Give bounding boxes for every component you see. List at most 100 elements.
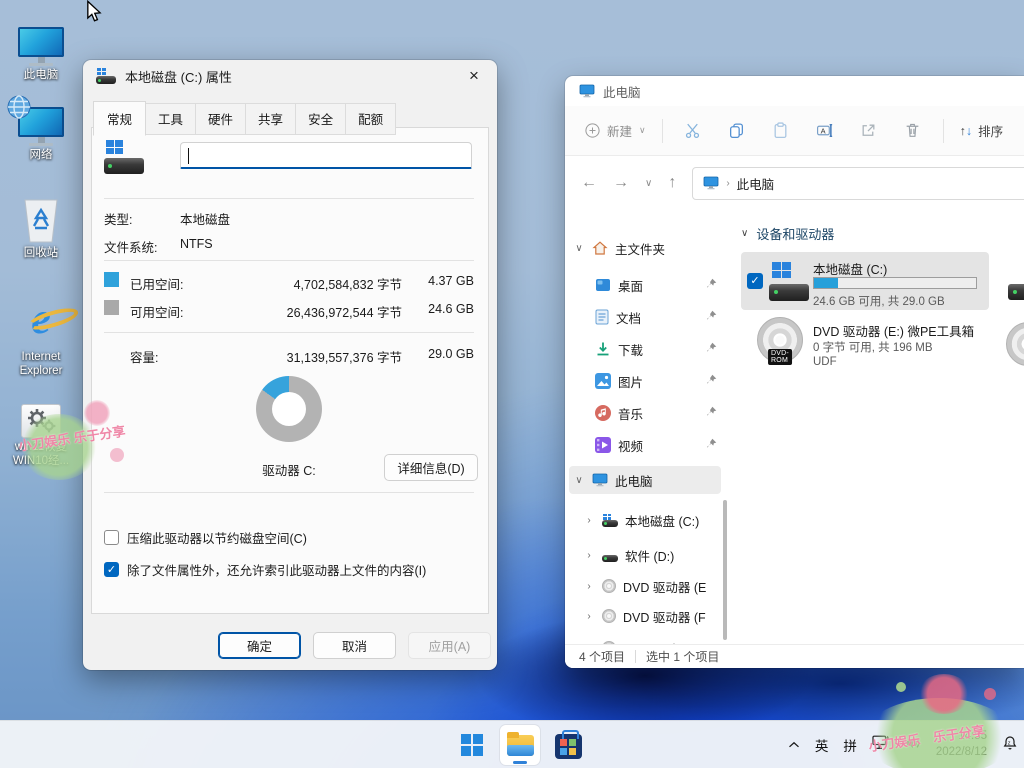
network-icon[interactable]	[872, 735, 890, 755]
address-bar[interactable]: › 此电脑	[692, 167, 1024, 200]
desktop-icon-win11-restore[interactable]: win11恢复 WIN10经...	[8, 392, 74, 469]
group-header[interactable]: ∨ 设备和驱动器	[741, 224, 834, 243]
dvd-icon	[602, 609, 616, 623]
delete-button[interactable]	[891, 116, 935, 146]
tab-sharing[interactable]: 共享	[246, 103, 296, 135]
dvd-icon	[602, 579, 616, 593]
apply-button[interactable]: 应用(A)	[408, 632, 491, 659]
sidebar-item-drive-d[interactable]: › 软件 (D:)	[569, 541, 721, 569]
desktop-folder-icon	[595, 277, 611, 293]
used-gb: 4.37 GB	[404, 274, 474, 288]
tab-hardware[interactable]: 硬件	[196, 103, 246, 135]
rename-button[interactable]: A	[803, 116, 847, 146]
paste-button[interactable]	[759, 116, 803, 146]
drive-c-icon	[602, 514, 618, 527]
tab-general[interactable]: 常规	[93, 101, 146, 136]
index-checkbox-label: 除了文件属性外，还允许索引此驱动器上文件的内容(I)	[127, 560, 426, 579]
desktop-icon-label: 回收站	[8, 247, 74, 261]
ime-language-indicator[interactable]: 英	[815, 735, 829, 755]
cut-button[interactable]	[671, 116, 715, 146]
taskbar: 英 拼 14:55 2022/8/12 z	[0, 720, 1024, 768]
used-bytes: 4,702,584,832 字节	[232, 274, 402, 293]
sidebar-item-dvd-e[interactable]: › DVD 驱动器 (E	[569, 572, 721, 600]
sidebar-item-home[interactable]: ∨ 主文件夹	[569, 234, 721, 262]
ime-method-indicator[interactable]: 拼	[843, 735, 857, 755]
drive-icon-partial	[1008, 262, 1024, 300]
compress-checkbox[interactable]	[104, 530, 119, 545]
separator	[104, 198, 474, 199]
separator	[104, 260, 474, 261]
sidebar-item-drive-c[interactable]: › 本地磁盘 (C:)	[569, 506, 721, 534]
sidebar-item-pictures[interactable]: 图片	[569, 367, 721, 395]
desktop-icon-recycle-bin[interactable]: 回收站	[8, 198, 74, 261]
desktop-icon-this-pc[interactable]: 此电脑	[8, 20, 74, 83]
sidebar-item-desktop[interactable]: 桌面	[569, 271, 721, 299]
sidebar-item-downloads[interactable]: 下载	[569, 335, 721, 363]
type-value: 本地磁盘	[180, 209, 230, 228]
volume-icon[interactable]	[905, 736, 921, 755]
toolbar-divider	[943, 119, 944, 143]
sidebar-item-label: 软件 (D:)	[625, 546, 674, 565]
desktop-icon-label: win11恢复 WIN10经...	[8, 441, 74, 469]
up-icon[interactable]: ↑	[668, 174, 676, 192]
tab-tools[interactable]: 工具	[146, 103, 196, 135]
taskbar-store-button[interactable]	[548, 725, 588, 765]
index-checkbox[interactable]: ✓	[104, 562, 119, 577]
back-icon[interactable]: ←	[581, 174, 597, 192]
desktop-icon-label: 网络	[8, 149, 74, 163]
cancel-button[interactable]: 取消	[313, 632, 396, 659]
capacity-label: 容量:	[130, 347, 158, 366]
gears-icon	[21, 404, 61, 438]
music-icon	[595, 405, 611, 421]
explorer-body: ∨ 主文件夹 桌面 文档 下载 图片 音乐	[565, 210, 1024, 644]
copy-button[interactable]	[715, 116, 759, 146]
sidebar-item-label: 音乐	[618, 404, 643, 423]
status-bar: 4 个项目 选中 1 个项目	[565, 644, 1024, 668]
drive-tile-dvd-e[interactable]: DVD-ROM DVD 驱动器 (E:) 微PE工具箱 0 字节 可用, 共 1…	[741, 314, 989, 378]
tile-checkbox[interactable]: ✓	[747, 273, 763, 289]
tray-time: 14:55	[936, 729, 987, 745]
new-button[interactable]: 新建 ∨	[577, 115, 654, 146]
sidebar-item-dvd-f[interactable]: › DVD 驱动器 (F	[569, 602, 721, 630]
filesystem-label: 文件系统:	[104, 237, 157, 256]
chevron-right-icon: ›	[583, 581, 595, 592]
plus-circle-icon	[585, 123, 600, 138]
sidebar-item-music[interactable]: 音乐	[569, 399, 721, 427]
taskbar-explorer-button[interactable]	[500, 725, 540, 765]
sort-icon: ↑↓	[960, 124, 973, 138]
dialog-titlebar[interactable]: 本地磁盘 (C:) 属性	[83, 60, 497, 92]
tab-quota[interactable]: 配额	[346, 103, 396, 135]
sidebar-item-videos[interactable]: 视频	[569, 431, 721, 459]
microsoft-store-icon	[555, 734, 582, 759]
start-button[interactable]	[452, 725, 492, 765]
recent-chevron-icon[interactable]: ∨	[645, 178, 652, 189]
ok-button[interactable]: 确定	[218, 632, 301, 659]
drive-name: DVD 驱动器 (E:) 微PE工具箱	[813, 321, 974, 340]
pictures-icon	[595, 373, 611, 389]
mouse-cursor	[86, 0, 103, 29]
tab-security[interactable]: 安全	[296, 103, 346, 135]
sidebar-item-label: 本地磁盘 (C:)	[625, 511, 699, 530]
desktop-icon-network[interactable]: 网络	[8, 100, 74, 163]
pin-icon	[706, 438, 717, 452]
sort-button[interactable]: ↑↓ 排序	[952, 115, 1012, 146]
compress-checkbox-row[interactable]: 压缩此驱动器以节约磁盘空间(C)	[104, 528, 307, 547]
tray-chevron-up-icon[interactable]	[788, 736, 800, 754]
notification-bell-icon[interactable]: z	[1002, 735, 1018, 756]
internet-explorer-icon: e	[31, 297, 51, 341]
desktop-icon-internet-explorer[interactable]: e Internet Explorer	[8, 290, 74, 379]
drive-tile-c[interactable]: ✓ 本地磁盘 (C:) 24.6 GB 可用, 共 29.0 GB	[741, 252, 989, 310]
properties-dialog: 本地磁盘 (C:) 属性 × 常规 工具 硬件 共享 安全 配额 类型: 本地磁…	[83, 60, 497, 670]
explorer-titlebar[interactable]: 此电脑	[565, 76, 1024, 106]
clock[interactable]: 14:55 2022/8/12	[936, 729, 987, 760]
volume-label-input[interactable]	[180, 142, 472, 169]
sidebar-item-this-pc[interactable]: ∨ 此电脑	[569, 466, 721, 494]
index-checkbox-row[interactable]: ✓ 除了文件属性外，还允许索引此驱动器上文件的内容(I)	[104, 560, 426, 579]
forward-icon[interactable]: →	[613, 174, 629, 192]
sidebar-scrollbar[interactable]	[723, 500, 727, 640]
desktop: { "desktop_icons": [ { "label": "此电脑" },…	[0, 0, 1024, 768]
share-button[interactable]	[847, 116, 891, 146]
sidebar-item-documents[interactable]: 文档	[569, 303, 721, 331]
details-button[interactable]: 详细信息(D)	[384, 454, 478, 481]
close-icon[interactable]: ×	[455, 62, 493, 90]
